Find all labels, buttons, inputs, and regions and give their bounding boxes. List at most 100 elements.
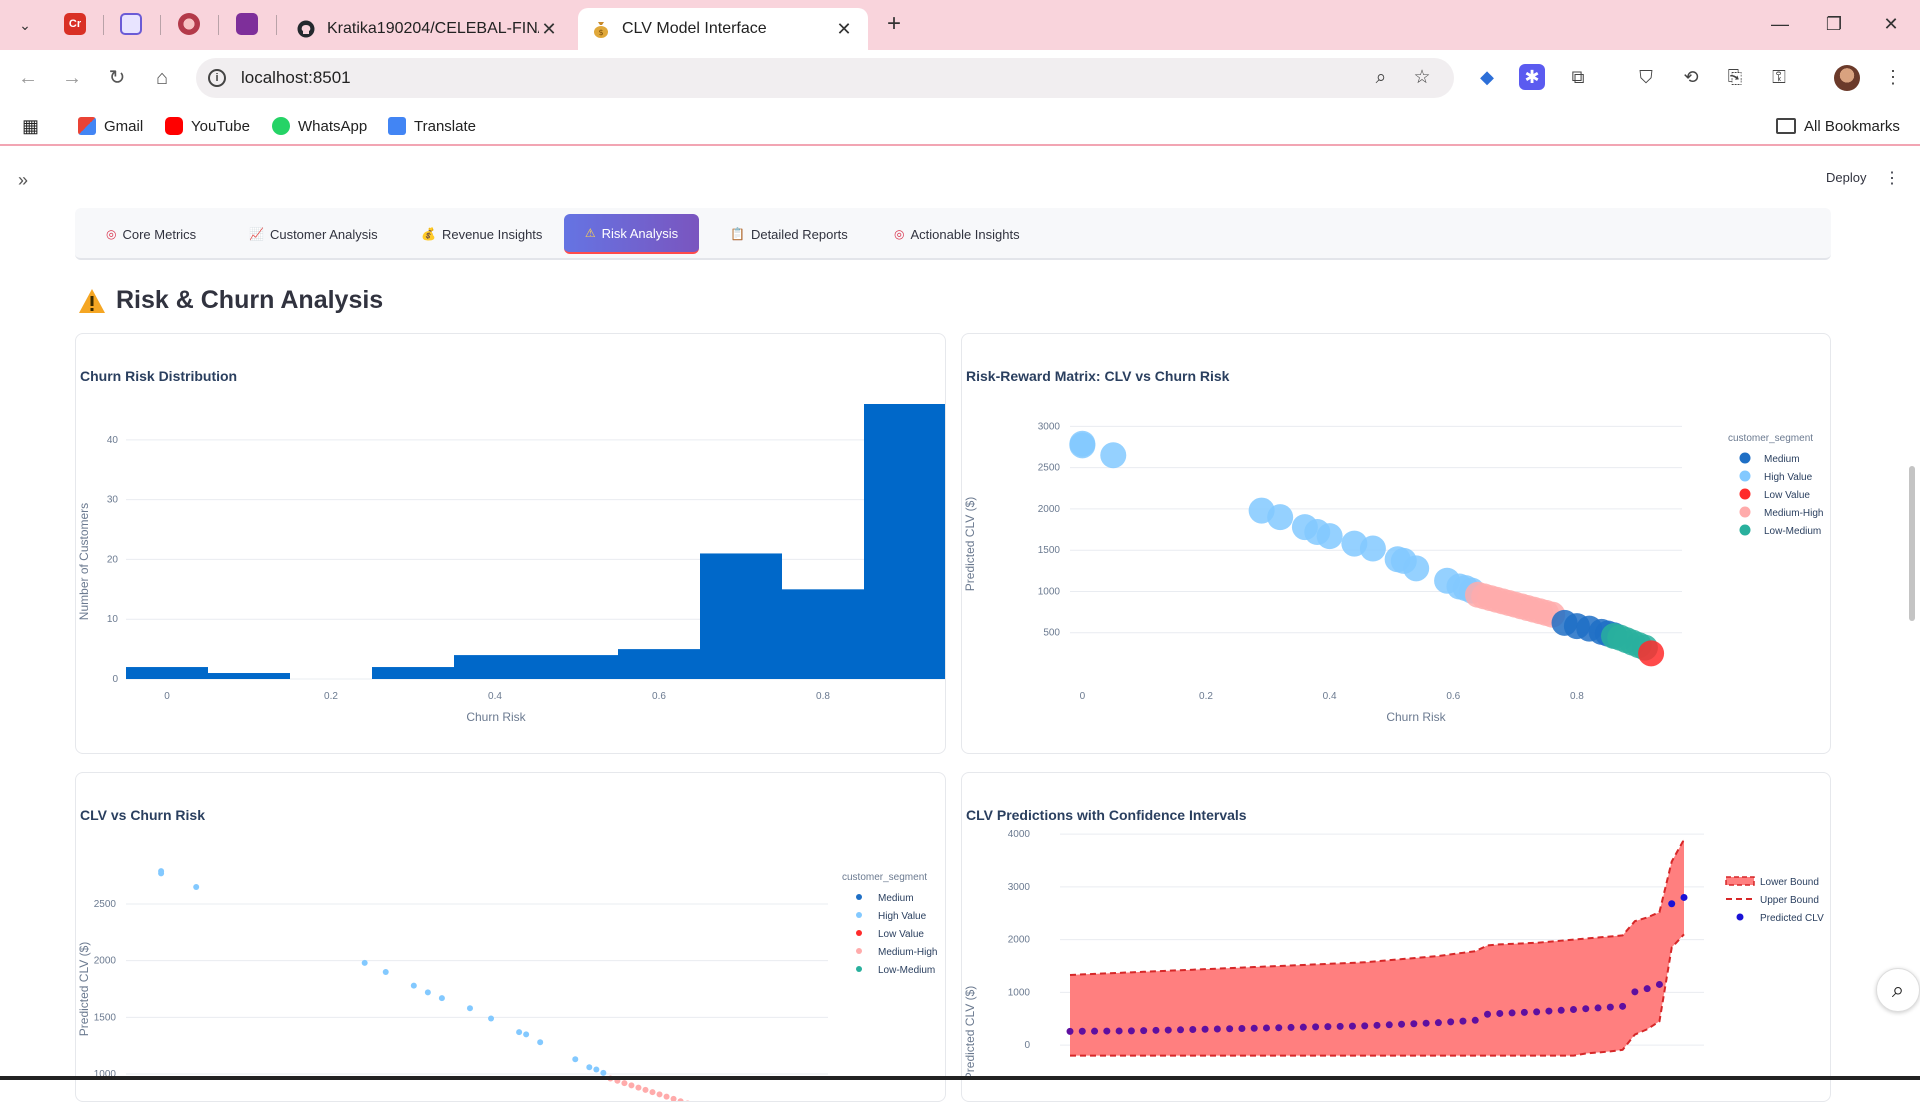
tab-github[interactable]: Kratika190204/CELEBAL-FINAL- ✕ bbox=[283, 8, 573, 50]
x-tick-label: 0.6 bbox=[1446, 691, 1460, 702]
histogram-bar bbox=[536, 655, 618, 679]
pinned-tab-cr-icon[interactable]: Cr bbox=[64, 13, 86, 35]
tab-risk-analysis[interactable]: ⚠ Risk Analysis bbox=[564, 214, 699, 254]
expand-sidebar-icon[interactable]: » bbox=[18, 170, 28, 191]
new-tab-icon[interactable]: + bbox=[880, 10, 908, 38]
tab-clv-model[interactable]: $ CLV Model Interface ✕ bbox=[578, 8, 868, 50]
floating-magnifier-icon[interactable]: ⌕ bbox=[1876, 968, 1920, 1012]
page-scrollbar[interactable] bbox=[1909, 466, 1915, 621]
tab-customer-analysis[interactable]: 📈 Customer Analysis bbox=[236, 214, 391, 254]
browser-menu-icon[interactable]: ⋮ bbox=[1880, 64, 1906, 90]
predicted-point bbox=[1496, 1009, 1504, 1017]
legend-marker bbox=[1739, 470, 1751, 482]
all-bookmarks[interactable]: All Bookmarks bbox=[1776, 115, 1900, 137]
predicted-point bbox=[1348, 1022, 1356, 1030]
target-icon: ◎ bbox=[106, 227, 117, 241]
predicted-point bbox=[1545, 1007, 1553, 1015]
close-tab-icon[interactable]: ✕ bbox=[834, 19, 854, 40]
tab-title: CLV Model Interface bbox=[622, 20, 767, 37]
browser-tab-strip: ⌄ Cr Kratika190204/CELEBAL-FINAL- ✕ $ CL… bbox=[0, 0, 1920, 50]
extension-gear-icon[interactable]: ✱ bbox=[1519, 64, 1545, 90]
scatter-point bbox=[158, 870, 165, 877]
address-url[interactable]: localhost:8501 bbox=[241, 68, 351, 88]
password-key-icon[interactable]: ⚿ bbox=[1766, 64, 1792, 90]
profile-avatar[interactable] bbox=[1834, 65, 1860, 91]
all-bookmarks-label: All Bookmarks bbox=[1804, 117, 1900, 135]
pinned-tab-circle-icon[interactable] bbox=[178, 13, 200, 35]
bookmark-gmail[interactable]: Gmail bbox=[78, 115, 143, 137]
scatter-point bbox=[361, 959, 368, 966]
legend-title: customer_segment bbox=[1728, 433, 1813, 444]
tab-revenue-insights[interactable]: 💰 Revenue Insights bbox=[408, 214, 555, 254]
predicted-point bbox=[1484, 1010, 1492, 1018]
predicted-point bbox=[1336, 1022, 1344, 1030]
home-icon[interactable]: ⌂ bbox=[148, 64, 176, 92]
scatter-point bbox=[516, 1029, 523, 1036]
predicted-point bbox=[1226, 1025, 1234, 1033]
legend-label: Medium-High bbox=[878, 947, 937, 958]
apps-grid-icon[interactable]: ▦ bbox=[22, 115, 39, 137]
legend-label: Upper Bound bbox=[1760, 895, 1819, 906]
tab-core-metrics[interactable]: ◎ Core Metrics bbox=[93, 214, 209, 254]
predicted-point bbox=[1287, 1023, 1295, 1031]
clv-vs-churn-chart[interactable]: 1000150020002500Predicted CLV ($)custome… bbox=[76, 773, 946, 1102]
bookmark-label: YouTube bbox=[191, 117, 250, 135]
close-tab-icon[interactable]: ✕ bbox=[539, 19, 559, 40]
scatter-point bbox=[621, 1080, 628, 1087]
legend-label: Medium bbox=[1764, 454, 1800, 465]
address-bar[interactable]: i localhost:8501 ⌕ ☆ bbox=[196, 58, 1454, 98]
extensions-puzzle-icon[interactable]: ⧉ bbox=[1565, 64, 1591, 90]
tab-label: Detailed Reports bbox=[750, 226, 848, 242]
whatsapp-icon bbox=[272, 117, 290, 135]
forward-arrow-icon[interactable]: → bbox=[58, 64, 86, 92]
app-menu-icon[interactable]: ⋮ bbox=[1884, 168, 1900, 188]
back-arrow-icon[interactable]: ← bbox=[14, 64, 42, 92]
clv-predictions-chart[interactable]: 0 1000 2000 3000 4000 Predicted CLV ($) Lower … bbox=[962, 773, 1831, 1102]
predicted-point bbox=[1385, 1021, 1393, 1029]
y-tick-label: 1000 bbox=[1038, 586, 1061, 597]
predicted-point bbox=[1373, 1021, 1381, 1029]
x-tick-label: 0 bbox=[164, 691, 170, 702]
predicted-point bbox=[1066, 1027, 1074, 1035]
close-window-icon[interactable]: ✕ bbox=[1871, 10, 1911, 38]
predicted-point bbox=[1238, 1024, 1246, 1032]
google-translate-icon bbox=[388, 117, 406, 135]
predicted-point bbox=[1078, 1027, 1086, 1035]
bookmark-star-icon[interactable]: ☆ bbox=[1411, 67, 1433, 89]
pinned-tab-stack-icon[interactable] bbox=[120, 13, 142, 35]
history-icon[interactable]: ⟲ bbox=[1678, 64, 1704, 90]
translate-icon[interactable]: ⎘ bbox=[1722, 64, 1748, 90]
churn-distribution-chart[interactable]: 0 10 20 30 40 0 0.2 0.4 0.6 0.8 Churn Risk Number o… bbox=[76, 334, 946, 754]
warning-icon: ⚠ bbox=[584, 226, 596, 240]
zoom-icon[interactable]: ⌕ bbox=[1370, 67, 1392, 89]
tab-detailed-reports[interactable]: 📋 Detailed Reports bbox=[717, 214, 861, 254]
predicted-point bbox=[1398, 1020, 1406, 1028]
histogram-bar bbox=[782, 589, 864, 679]
minimize-icon[interactable]: — bbox=[1760, 10, 1800, 38]
y-tick-label: 0 bbox=[1024, 1040, 1030, 1051]
reload-icon[interactable]: ↻ bbox=[103, 64, 131, 92]
scatter-point bbox=[635, 1084, 642, 1091]
incognito-icon[interactable]: ⛉ bbox=[1633, 64, 1659, 90]
scatter-point bbox=[586, 1064, 593, 1071]
predicted-point bbox=[1262, 1024, 1270, 1032]
scatter-point bbox=[410, 982, 417, 989]
tab-actionable-insights[interactable]: ◎ Actionable Insights bbox=[881, 214, 1033, 254]
pinned-tab-slides-icon[interactable] bbox=[236, 13, 258, 35]
y-tick-label: 3000 bbox=[1038, 421, 1061, 432]
legend-marker bbox=[1736, 913, 1744, 921]
y-tick-label: 30 bbox=[107, 495, 119, 506]
bookmark-translate[interactable]: Translate bbox=[388, 115, 476, 137]
x-axis-title: Churn Risk bbox=[1386, 710, 1446, 724]
tab-search-chevron-icon[interactable]: ⌄ bbox=[12, 12, 38, 38]
legend-marker bbox=[1739, 452, 1751, 464]
site-info-icon[interactable]: i bbox=[208, 69, 226, 87]
legend-label: Medium bbox=[878, 893, 914, 904]
bookmark-youtube[interactable]: YouTube bbox=[165, 115, 250, 137]
scatter-point bbox=[1316, 523, 1343, 550]
extension-whale-icon[interactable]: ◆ bbox=[1474, 64, 1500, 90]
deploy-button[interactable]: Deploy bbox=[1826, 170, 1866, 185]
risk-reward-chart[interactable]: 500 1000 1500 2000 2500 3000 0 0.2 0.4 0.6 0.8 Chur… bbox=[962, 334, 1831, 754]
bookmark-whatsapp[interactable]: WhatsApp bbox=[272, 115, 367, 137]
restore-icon[interactable]: ❐ bbox=[1814, 10, 1854, 38]
